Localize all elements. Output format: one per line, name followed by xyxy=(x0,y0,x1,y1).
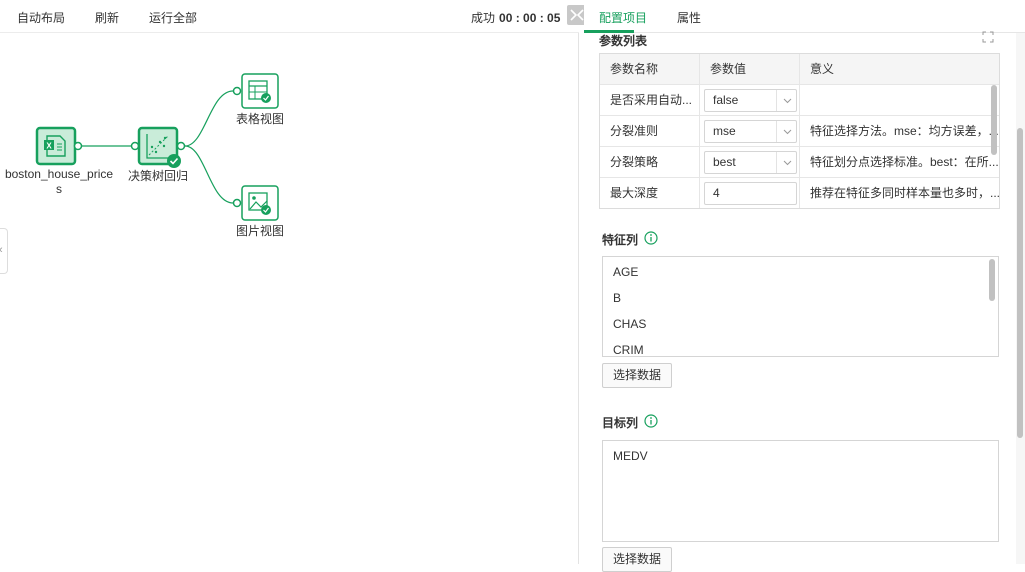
param-meaning: 推荐在特征多同时样本量也多时，... xyxy=(810,186,1000,200)
feature-columns-list[interactable]: AGE B CHAS CRIM xyxy=(602,256,999,357)
status-time: 00 : 00 : 05 xyxy=(499,11,561,25)
header-param-value: 参数值 xyxy=(700,54,800,84)
param-row: 最大深度 推荐在特征多同时样本量也多时，... 4 xyxy=(600,178,1000,208)
param-name: 是否采用自动... xyxy=(600,85,700,115)
status-label: 成功 xyxy=(471,11,496,25)
info-icon[interactable] xyxy=(644,414,658,428)
splitter-select[interactable]: best xyxy=(704,151,797,174)
header-param-name: 参数名称 xyxy=(600,54,700,84)
model-node[interactable] xyxy=(130,126,186,168)
param-list-title: 参数列表 xyxy=(599,34,648,48)
workflow-pane: 自动布局 刷新 运行全部 成功00 : 00 : 05 ‹ X xyxy=(0,0,579,564)
select-value: mse xyxy=(713,124,736,138)
param-meaning: 特征划分点选择标准。best：在所... xyxy=(810,155,999,169)
source-node[interactable]: X xyxy=(35,126,83,166)
param-name: 分裂准则 xyxy=(600,116,700,146)
param-meaning xyxy=(800,85,999,115)
input-port[interactable] xyxy=(130,141,140,151)
model-node-label: 决策树回归 xyxy=(127,169,188,183)
svg-text:X: X xyxy=(46,142,52,151)
info-icon[interactable] xyxy=(644,231,658,245)
target-columns-list[interactable]: MEDV xyxy=(602,440,999,542)
param-row: 分裂策略 特征划分点选择标准。best：在所... best xyxy=(600,147,999,178)
run-status: 成功 00 : 00 : 05 xyxy=(471,9,560,26)
select-value: false xyxy=(713,93,739,107)
feature-columns-title: 特征列 xyxy=(602,233,639,247)
select-feature-data-button[interactable]: 选择数据 xyxy=(602,363,672,388)
source-node-label: boston_house_price s xyxy=(0,167,118,197)
refresh-button[interactable]: 刷新 xyxy=(95,9,119,26)
param-meaning: 特征选择方法。mse：均方误差，... xyxy=(810,124,999,138)
header-meaning: 意义 xyxy=(810,62,835,76)
tab-config[interactable]: 配置项目 xyxy=(599,9,647,26)
expand-icon[interactable] xyxy=(982,31,994,43)
output-port[interactable] xyxy=(73,141,83,151)
image-view-node-label: 图片视图 xyxy=(235,224,284,238)
max-depth-input[interactable]: 4 xyxy=(704,182,797,205)
edge-model-table xyxy=(184,90,234,147)
input-port[interactable] xyxy=(232,198,242,208)
workflow-canvas[interactable]: X boston_house_price s 决策树回归 表格视图 图片视图 xyxy=(0,34,578,564)
param-name: 最大深度 xyxy=(600,178,700,208)
param-row: 分裂准则 特征选择方法。mse：均方误差，... mse xyxy=(600,116,999,147)
check-success-icon xyxy=(167,154,181,168)
param-row: 是否采用自动... false xyxy=(600,85,999,116)
auto-param-select[interactable]: false xyxy=(704,89,797,112)
output-port[interactable] xyxy=(176,141,186,151)
run-all-button[interactable]: 运行全部 xyxy=(149,9,197,26)
param-name: 分裂策略 xyxy=(600,147,700,177)
criterion-select[interactable]: mse xyxy=(704,120,797,143)
list-item[interactable]: CRIM xyxy=(613,343,644,356)
input-port[interactable] xyxy=(232,86,242,96)
list-item[interactable]: MEDV xyxy=(613,449,648,463)
param-table: 参数名称 参数值 意义 是否采用自动... false 分裂准则 特征选择方法。… xyxy=(599,53,1000,209)
config-pane: 配置项目 属性 参数列表 参数名称 参数值 意义 是否采用自动... false… xyxy=(584,0,1025,572)
table-view-node[interactable] xyxy=(232,73,279,109)
list-item[interactable]: AGE xyxy=(613,265,638,279)
table-scrollbar[interactable] xyxy=(991,85,997,155)
list-item[interactable]: CHAS xyxy=(613,317,646,331)
workflow-toolbar: 自动布局 刷新 运行全部 成功 00 : 00 : 05 xyxy=(0,0,579,33)
source-node-label-line1: boston_house_price xyxy=(4,167,114,181)
source-node-label-line2: s xyxy=(56,182,62,196)
chevron-down-icon xyxy=(776,90,792,111)
config-scrollbar[interactable] xyxy=(1017,128,1023,438)
chevron-down-icon xyxy=(776,152,792,173)
select-value: best xyxy=(713,155,736,169)
tab-properties[interactable]: 属性 xyxy=(677,9,701,26)
image-view-node[interactable] xyxy=(232,185,279,221)
param-table-header: 参数名称 参数值 意义 xyxy=(600,54,999,85)
target-columns-title: 目标列 xyxy=(602,416,639,430)
edge-model-image xyxy=(184,145,234,204)
chevron-down-icon xyxy=(776,121,792,142)
config-tabs: 配置项目 属性 xyxy=(584,0,1025,33)
select-target-data-button[interactable]: 选择数据 xyxy=(602,547,672,572)
feature-list-scrollbar[interactable] xyxy=(989,259,995,301)
auto-layout-button[interactable]: 自动布局 xyxy=(17,9,65,26)
list-item[interactable]: B xyxy=(613,291,621,305)
table-view-node-label: 表格视图 xyxy=(235,112,284,126)
